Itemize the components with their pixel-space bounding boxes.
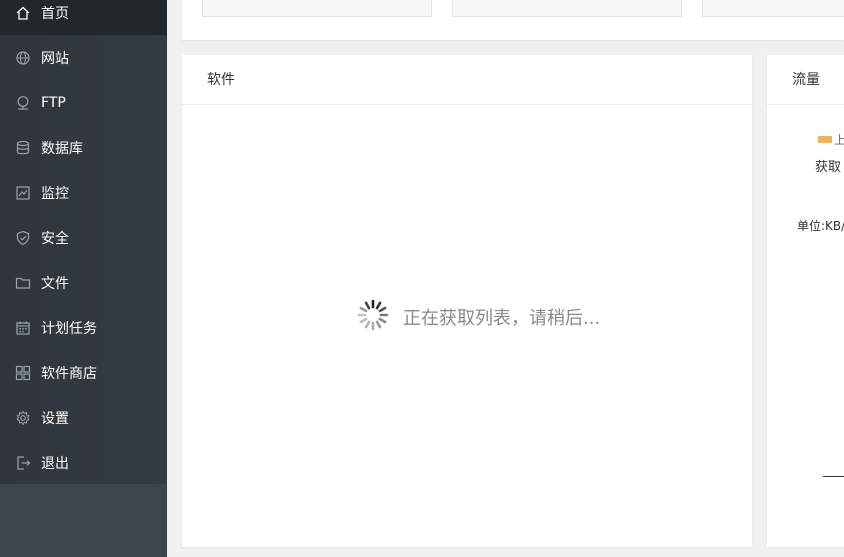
sidebar: 首页 网站 FTP 数据库 监控 安全 文件 计划任务 软件商店 设置 退出 [0,0,167,557]
upload-legend-label: 上 [834,133,844,147]
sidebar-item-ftp[interactable]: FTP [0,80,167,125]
unit-label: 单位:KB/ [797,219,844,233]
traffic-panel-title: 流量 [767,55,844,105]
sidebar-nav: 首页 网站 FTP 数据库 监控 安全 文件 计划任务 软件商店 设置 退出 [0,0,167,484]
logout-icon [15,455,31,471]
sidebar-item-security[interactable]: 安全 [0,215,167,260]
monitor-icon [15,185,31,201]
apps-grid-icon [15,365,31,381]
home-icon [15,5,31,21]
sidebar-item-website[interactable]: 网站 [0,35,167,80]
sidebar-item-home[interactable]: 首页 [0,0,167,35]
overview-card [452,0,682,17]
loading-text: 正在获取列表，请稍后... [403,308,601,329]
sidebar-item-files[interactable]: 文件 [0,260,167,305]
sidebar-item-monitor[interactable]: 监控 [0,170,167,215]
sidebar-item-cron[interactable]: 计划任务 [0,305,167,350]
sidebar-item-settings[interactable]: 设置 [0,395,167,440]
sidebar-item-label: 首页 [41,5,69,22]
sidebar-item-label: 网站 [41,50,69,67]
shield-icon [15,230,31,246]
software-panel: 软件 正在获取列表，请稍后... [182,55,752,547]
upload-legend-swatch [818,136,832,143]
calendar-icon [15,320,31,336]
sidebar-item-label: 设置 [41,410,69,427]
traffic-panel: 流量 上 获取 单位:KB/ [767,55,844,547]
sidebar-item-label: 文件 [41,275,69,292]
overview-card [702,0,844,17]
sidebar-item-app-store[interactable]: 软件商店 [0,350,167,395]
sidebar-item-label: 软件商店 [41,365,97,382]
sidebar-item-label: 数据库 [41,140,83,157]
sidebar-item-label: 安全 [41,230,69,247]
overview-card [202,0,432,17]
fetching-text: 获取 [815,160,842,175]
sidebar-item-label: FTP [41,94,66,111]
overview-strip [182,0,844,40]
ftp-icon [15,95,31,111]
sidebar-item-database[interactable]: 数据库 [0,125,167,170]
database-icon [15,140,31,156]
sidebar-item-label: 退出 [41,455,69,472]
spinner-icon [357,299,389,335]
gear-icon [15,410,31,426]
software-panel-title: 软件 [182,55,752,105]
chart-axis-line [823,476,844,477]
globe-icon [15,50,31,66]
sidebar-item-label: 监控 [41,185,69,202]
folder-icon [15,275,31,291]
sidebar-item-label: 计划任务 [41,320,97,337]
loading-indicator: 正在获取列表，请稍后... [357,299,600,335]
sidebar-item-logout[interactable]: 退出 [0,440,167,485]
